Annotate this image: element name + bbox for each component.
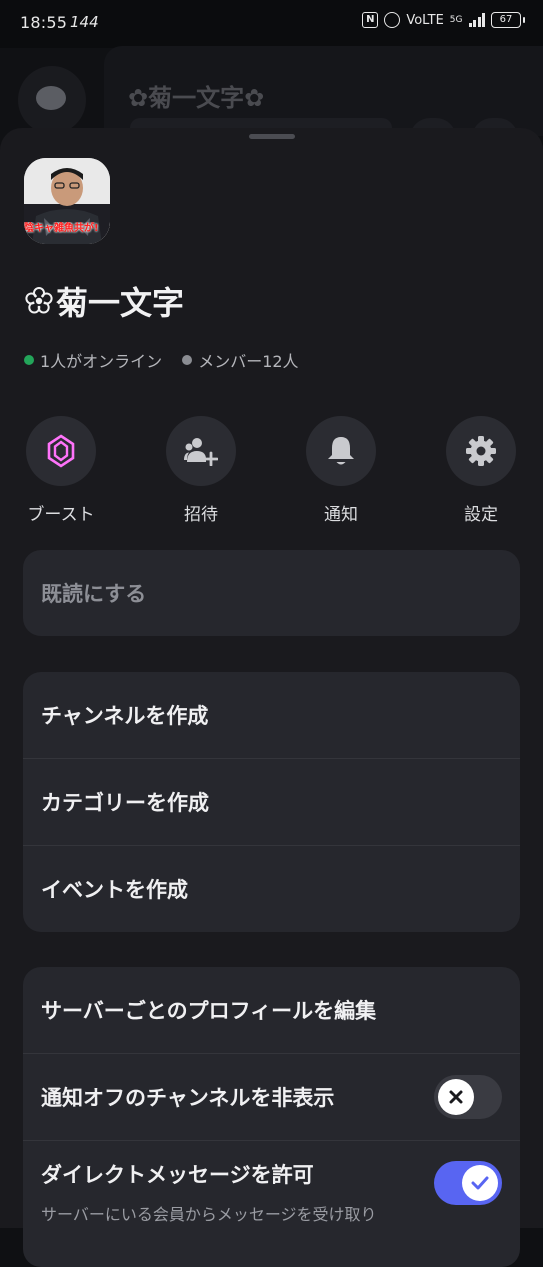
notification-label: 通知 (324, 505, 358, 525)
create-event-button[interactable]: イベントを作成 (23, 845, 520, 932)
nfc-icon: N (362, 12, 379, 28)
settings-button[interactable]: 設定 (431, 416, 531, 525)
allow-dm-row[interactable]: ダイレクトメッセージを許可 サーバーにいる会員からメッセージを受け取り (23, 1140, 520, 1227)
check-icon (471, 1176, 489, 1190)
flower-icon (25, 287, 53, 314)
create-card: チャンネルを作成 カテゴリーを作成 イベントを作成 (23, 672, 520, 932)
mark-read-card: 既読にする (23, 550, 520, 636)
close-icon (449, 1090, 463, 1104)
signal-icon (468, 13, 485, 27)
boost-button[interactable]: ブースト (11, 416, 111, 525)
invite-button-circle[interactable] (166, 416, 236, 486)
boost-icon (47, 434, 75, 468)
boost-label: ブースト (27, 505, 95, 525)
hide-muted-channels-row[interactable]: 通知オフのチャンネルを非表示 (23, 1053, 520, 1140)
drag-handle[interactable] (249, 134, 295, 139)
server-name-text: 菊一文字 (56, 284, 185, 322)
settings-button-circle[interactable] (446, 416, 516, 486)
member-dot (182, 355, 193, 365)
server-icon: 陰キャ雑魚共が! (24, 158, 110, 244)
create-channel-button[interactable]: チャンネルを作成 (23, 672, 520, 758)
create-category-button[interactable]: カテゴリーを作成 (23, 758, 520, 845)
alarm-icon (384, 12, 401, 28)
background-server-title: ✿菊一文字✿ (128, 84, 265, 112)
allow-dm-description: サーバーにいる会員からメッセージを受け取り (41, 1205, 377, 1224)
invite-label: 招待 (184, 505, 218, 525)
status-bar: 18:55 144 N VoLTE 5G 67 (0, 0, 543, 48)
network-gen-label: 5G (449, 15, 463, 25)
edit-server-profile-button[interactable]: サーバーごとのプロフィールを編集 (23, 967, 520, 1053)
server-icon-caption: 陰キャ雑魚共が! (24, 223, 99, 234)
battery-icon: 67 (491, 12, 525, 28)
online-dot (24, 355, 34, 365)
server-stats: 1人がオンライン メンバー12人 (24, 348, 299, 372)
server-menu-sheet: 陰キャ雑魚共が! 菊一文字 1人がオンライン メンバー12人 ブースト 招待 通… (0, 128, 543, 1267)
gear-icon (466, 436, 496, 466)
quick-actions: ブースト 招待 通知 設定 (0, 416, 543, 526)
notification-button-circle[interactable] (306, 416, 376, 486)
notification-button[interactable]: 通知 (291, 416, 391, 525)
invite-button[interactable]: 招待 (151, 416, 251, 525)
network-label: VoLTE (406, 12, 444, 28)
bell-icon (328, 437, 354, 465)
hide-muted-channels-toggle[interactable] (434, 1075, 502, 1119)
toggle-knob (438, 1079, 474, 1115)
mark-read-button[interactable]: 既読にする (23, 550, 520, 636)
status-icons: N VoLTE 5G 67 (362, 12, 525, 28)
invite-icon (184, 438, 218, 466)
server-options-card: サーバーごとのプロフィールを編集 通知オフのチャンネルを非表示 ダイレクトメッセ… (23, 967, 520, 1267)
online-count: 1人がオンライン (40, 352, 163, 371)
boost-button-circle[interactable] (26, 416, 96, 486)
server-name: 菊一文字 (24, 278, 184, 324)
hide-muted-channels-label: 通知オフのチャンネルを非表示 (41, 1086, 335, 1110)
status-time: 18:55 (20, 13, 68, 32)
settings-label: 設定 (464, 505, 498, 525)
member-count: メンバー12人 (198, 352, 299, 371)
toggle-knob (462, 1165, 498, 1201)
allow-dm-label: ダイレクトメッセージを許可 (41, 1163, 314, 1187)
refresh-rate: 144 (70, 13, 99, 31)
allow-dm-toggle[interactable] (434, 1161, 502, 1205)
chat-bubble-icon (36, 86, 66, 110)
